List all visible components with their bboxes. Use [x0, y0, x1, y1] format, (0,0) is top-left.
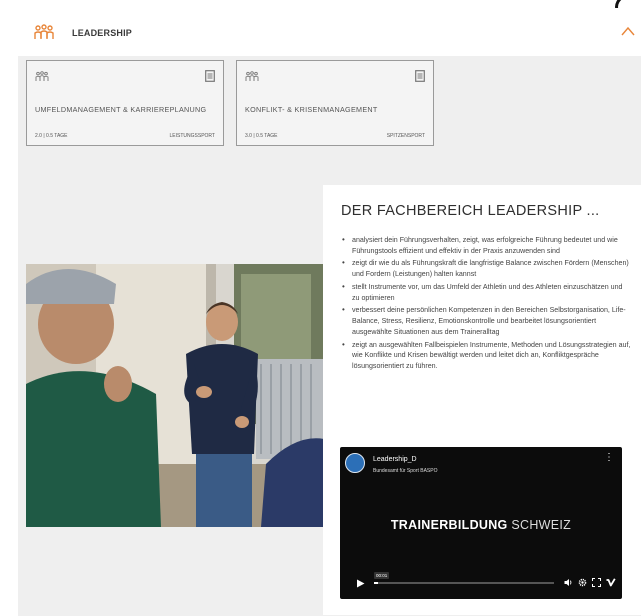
card-meta: 3.0 | 0.5 TAGE	[245, 133, 278, 139]
bullet-list: analysiert dein Führungsverhalten, zeigt…	[341, 235, 631, 374]
chevron-up-icon[interactable]	[621, 26, 635, 36]
more-options-icon[interactable]: ⋮	[604, 453, 614, 463]
settings-icon[interactable]	[578, 578, 587, 587]
section-title: LEADERSHIP	[72, 28, 133, 38]
list-item: verbessert deine persönlichen Kompetenze…	[341, 305, 631, 338]
play-icon[interactable]	[356, 579, 365, 588]
panel-heading: DER FACHBEREICH LEADERSHIP ...	[341, 203, 600, 219]
brand-light: SCHWEIZ	[511, 518, 572, 532]
brand-bold: TRAINERBILDUNG	[390, 518, 508, 532]
leadership-icon	[245, 71, 259, 81]
progress-fill	[374, 582, 378, 584]
document-icon[interactable]	[205, 70, 215, 82]
list-item: analysiert dein Führungsverhalten, zeigt…	[341, 235, 631, 257]
video-controls	[564, 578, 616, 587]
video-title[interactable]: Leadership_D	[373, 456, 417, 463]
video-brand: TRAINERBILDUNG SCHWEIZ	[340, 518, 622, 532]
volume-icon[interactable]	[564, 578, 573, 587]
list-item: stellt Instrumente vor, um das Umfeld de…	[341, 282, 631, 304]
vimeo-icon[interactable]	[606, 578, 616, 587]
leadership-icon	[34, 24, 54, 39]
leadership-section: LEADERSHIP UMFELDMANAGEMENT & KARRIEREPL…	[18, 0, 641, 616]
description-panel: DER FACHBEREICH LEADERSHIP ... analysier…	[323, 185, 641, 615]
list-item: zeigt an ausgewählten Fallbeispielen Ins…	[341, 340, 631, 373]
card-title: UMFELDMANAGEMENT & KARRIEREPLANUNG	[35, 105, 207, 114]
leadership-icon	[35, 71, 49, 81]
channel-name: Bundesamt für Sport BASPO	[373, 468, 438, 474]
accordion-header[interactable]: LEADERSHIP	[18, 8, 641, 56]
course-card[interactable]: UMFELDMANAGEMENT & KARRIEREPLANUNG 2.0 |…	[26, 60, 224, 146]
fullscreen-icon[interactable]	[592, 578, 601, 587]
card-title: KONFLIKT- & KRISENMANAGEMENT	[245, 105, 378, 114]
card-tag: LEISTUNGSSPORT	[169, 133, 215, 139]
document-icon[interactable]	[415, 70, 425, 82]
progress-bar[interactable]	[374, 582, 554, 584]
time-indicator: 00:01	[374, 572, 390, 579]
video-player[interactable]: Leadership_D Bundesamt für Sport BASPO ⋮…	[340, 447, 622, 599]
list-item: zeigt dir wie du als Führungskraft die l…	[341, 258, 631, 280]
card-tag: SPITZENSPORT	[386, 133, 425, 139]
card-meta: 2.0 | 0.5 TAGE	[35, 133, 68, 139]
coach-photo	[26, 264, 324, 527]
course-card[interactable]: KONFLIKT- & KRISENMANAGEMENT 3.0 | 0.5 T…	[236, 60, 434, 146]
channel-avatar[interactable]	[345, 453, 365, 473]
